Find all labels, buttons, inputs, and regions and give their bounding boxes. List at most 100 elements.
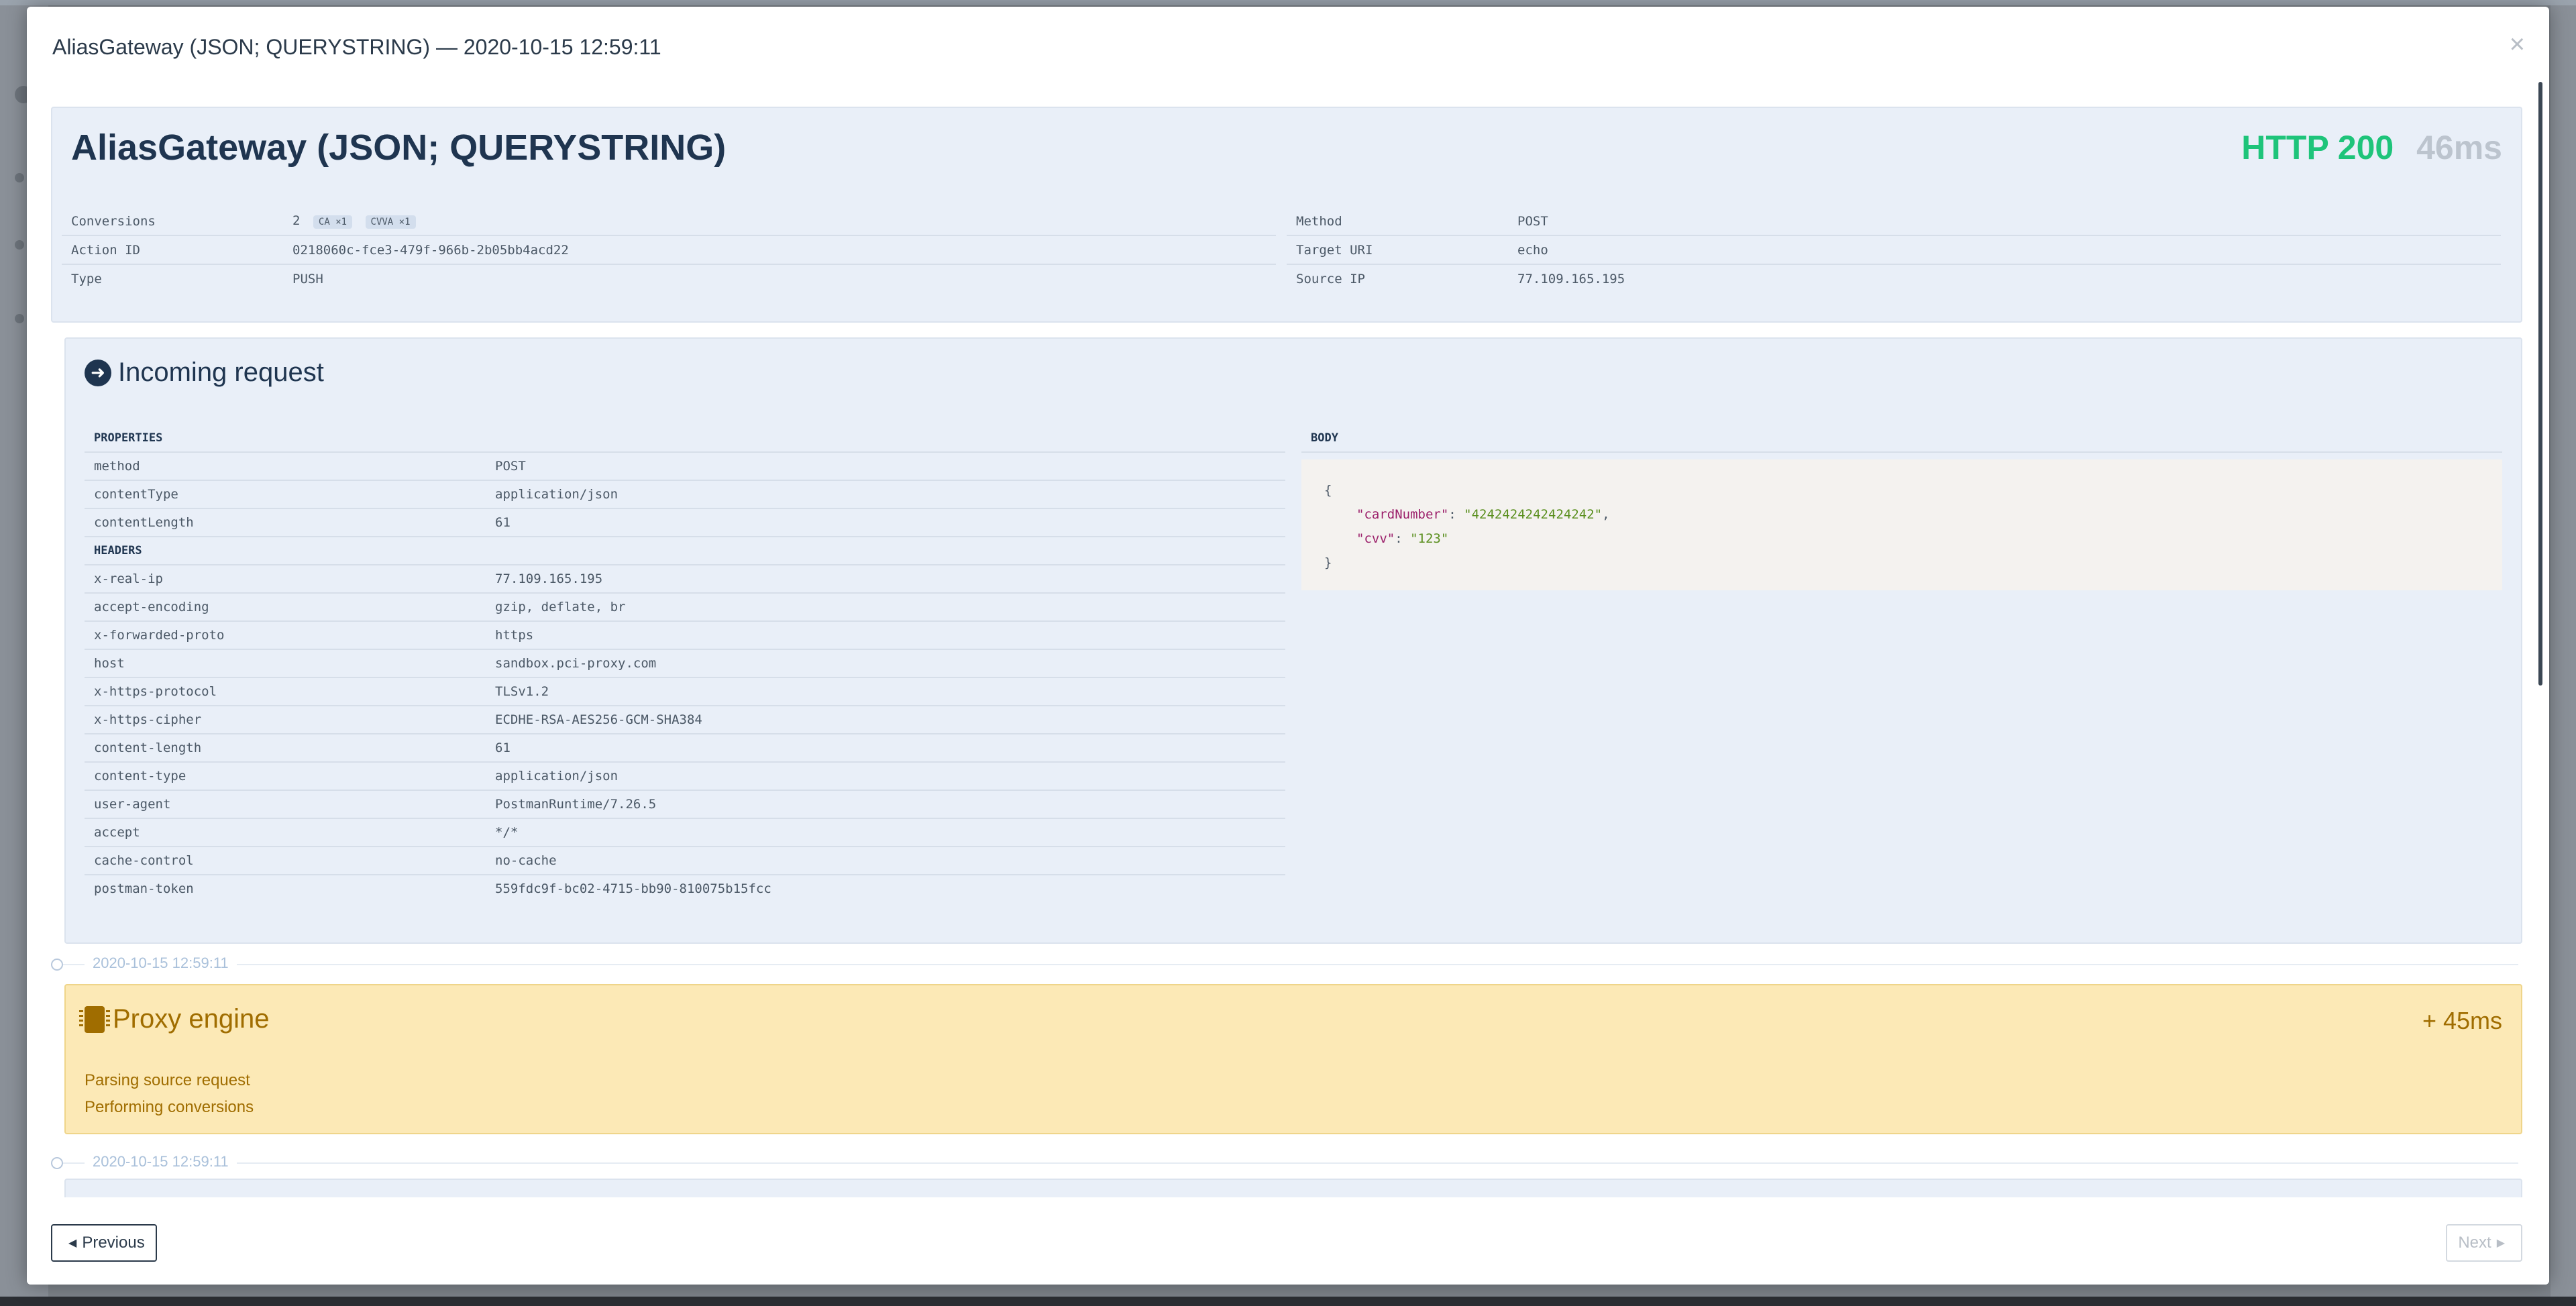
background-right-edge [2551, 5, 2576, 1297]
summary-row: Target URI echo [1287, 236, 2501, 265]
microchip-icon [79, 1005, 110, 1033]
summary-row: Type PUSH [62, 265, 1276, 292]
json-value: "123" [1410, 531, 1449, 546]
next-button[interactable]: Next ▶ [2446, 1224, 2522, 1262]
table-row: x-real-ip 77.109.165.195 [85, 565, 1285, 594]
summary-row: Action ID 0218060c-fce3-479f-966b-2b05bb… [62, 236, 1276, 265]
summary-value: 77.109.165.195 [1517, 271, 1625, 286]
summary-key: Conversions [71, 213, 156, 229]
summary-key: Target URI [1296, 242, 1373, 258]
timeline-line [63, 964, 2518, 965]
json-body: { "cardNumber": "4242424242424242", "cvv… [1301, 459, 2502, 590]
close-icon[interactable]: × [2510, 31, 2525, 58]
log-line: Performing conversions [85, 1098, 254, 1116]
json-open-brace: { [1324, 483, 1332, 498]
background-topbar [0, 0, 2576, 5]
header-key: accept [94, 825, 140, 840]
summary-heading: AliasGateway (JSON; QUERYSTRING) [71, 127, 727, 168]
summary-value: echo [1517, 242, 1548, 258]
table-row: contentType application/json [85, 481, 1285, 509]
section-title: Proxy engine [79, 1004, 270, 1034]
background-nav-icon [15, 240, 24, 250]
header-value: */* [495, 825, 519, 840]
header-key: x-https-cipher [94, 712, 202, 727]
table-row: x-https-protocol TLSv1.2 [85, 678, 1285, 706]
summary-value: PUSH [292, 271, 323, 286]
table-row: x-https-cipher ECDHE-RSA-AES256-GCM-SHA38… [85, 706, 1285, 734]
proxy-log-lines: Parsing source request Performing conver… [85, 1067, 254, 1121]
section-title: ➜ Incoming request [85, 358, 324, 388]
table-row: method POST [85, 453, 1285, 481]
log-detail-modal: AliasGateway (JSON; QUERYSTRING) — 2020-… [27, 7, 2549, 1285]
property-value: application/json [495, 487, 619, 502]
summary-right-table: Method POST Target URI echo Source IP 77… [1287, 207, 2501, 292]
timeline-marker: 2020-10-15 12:59:11 [51, 950, 2520, 977]
summary-row: Source IP 77.109.165.195 [1287, 265, 2501, 292]
next-step-card [64, 1179, 2522, 1197]
table-row: postman-token 559fdc9f-bc02-4715-bb90-810… [85, 875, 1285, 902]
modal-header: AliasGateway (JSON; QUERYSTRING) — 2020-… [27, 7, 2549, 97]
header-value: 559fdc9f-bc02-4715-bb90-810075b15fcc [495, 881, 771, 896]
modal-footer: ◀ Previous Next ▶ [27, 1197, 2549, 1285]
header-key: accept-encoding [94, 600, 209, 614]
table-row: accept-encoding gzip, deflate, br [85, 594, 1285, 622]
summary-left-table: Conversions 2 CA ×1 CVVA ×1 Action ID 02… [62, 207, 1276, 292]
property-value: 61 [495, 515, 511, 530]
proxy-engine-title: Proxy engine [113, 1004, 270, 1034]
header-value: gzip, deflate, br [495, 600, 626, 614]
summary-key: Type [71, 271, 102, 286]
duration: 46ms [2416, 129, 2502, 166]
log-line: Parsing source request [85, 1071, 250, 1089]
body-header: BODY [1301, 425, 2502, 453]
summary-card: AliasGateway (JSON; QUERYSTRING) HTTP 20… [51, 107, 2522, 323]
modal-body[interactable]: AliasGateway (JSON; QUERYSTRING) HTTP 20… [27, 97, 2549, 1197]
status-indicator: HTTP 200 46ms [2241, 128, 2502, 167]
http-status-code: HTTP 200 [2241, 129, 2394, 166]
header-value: https [495, 628, 534, 643]
json-close-brace: } [1324, 555, 1332, 570]
header-value: sandbox.pci-proxy.com [495, 656, 657, 671]
timeline-dot-icon [51, 1157, 63, 1169]
table-row: content-type application/json [85, 763, 1285, 791]
timeline-timestamp: 2020-10-15 12:59:11 [85, 955, 237, 972]
header-key: content-length [94, 741, 202, 755]
next-label: Next [2458, 1234, 2491, 1252]
header-key: host [94, 656, 125, 671]
header-key: x-forwarded-proto [94, 628, 225, 643]
property-key: contentLength [94, 515, 194, 530]
table-row: contentLength 61 [85, 509, 1285, 537]
header-value: TLSv1.2 [495, 684, 549, 699]
proxy-engine-card: Proxy engine + 45ms Parsing source reque… [64, 984, 2522, 1134]
table-row: content-length 61 [85, 734, 1285, 763]
summary-key: Source IP [1296, 271, 1365, 286]
properties-header: PROPERTIES [85, 425, 1285, 453]
header-key: content-type [94, 769, 186, 783]
properties-table: PROPERTIES method POST contentType applica… [85, 425, 1285, 902]
header-value: PostmanRuntime/7.26.5 [495, 797, 657, 812]
header-key: x-real-ip [94, 572, 163, 586]
header-value: 61 [495, 741, 511, 755]
background-nav-icon [15, 173, 24, 182]
previous-label: Previous [82, 1234, 145, 1252]
header-value: ECDHE-RSA-AES256-GCM-SHA384 [495, 712, 702, 727]
elapsed-delta: + 45ms [2422, 1007, 2502, 1034]
header-value: 77.109.165.195 [495, 572, 603, 586]
json-key: "cardNumber" [1356, 507, 1449, 522]
conversion-badge: CA ×1 [313, 215, 353, 229]
property-key: method [94, 459, 140, 474]
summary-key: Action ID [71, 242, 140, 258]
timeline-timestamp: 2020-10-15 12:59:11 [85, 1153, 237, 1171]
header-key: cache-control [94, 853, 194, 868]
header-value: application/json [495, 769, 619, 783]
summary-row: Method POST [1287, 207, 2501, 236]
headers-header: HEADERS [85, 537, 1285, 565]
header-key: user-agent [94, 797, 171, 812]
summary-value: 0218060c-fce3-479f-966b-2b05bb4acd22 [292, 242, 569, 258]
timeline-marker: 2020-10-15 12:59:11 [51, 1149, 2520, 1176]
json-line: "cardNumber": "4242424242424242", [1356, 507, 1610, 522]
summary-row: Conversions 2 CA ×1 CVVA ×1 [62, 207, 1276, 236]
property-value: POST [495, 459, 526, 474]
summary-key: Method [1296, 213, 1342, 229]
previous-button[interactable]: ◀ Previous [51, 1224, 157, 1262]
table-row: accept */* [85, 819, 1285, 847]
